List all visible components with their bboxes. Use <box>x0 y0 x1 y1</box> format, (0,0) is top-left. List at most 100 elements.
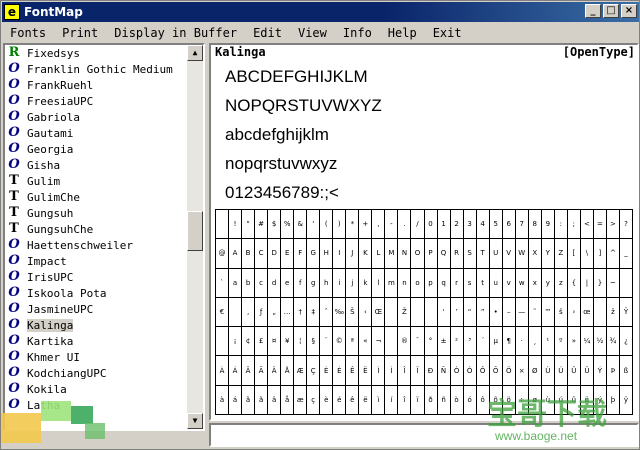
char-cell[interactable]: f <box>293 267 308 298</box>
char-cell[interactable]: Ñ <box>436 355 451 386</box>
character-map-grid[interactable]: ! " # $% & '() * +, -./0 1 2 3 4 5 6 7 8 9:; < = >? @ A B C D E F G H… <box>214 208 634 416</box>
char-cell[interactable]: 9 <box>540 208 555 240</box>
char-cell[interactable]: $ <box>267 208 282 240</box>
char-cell[interactable]: Ü <box>579 355 594 386</box>
char-cell[interactable]: b <box>241 267 256 298</box>
font-list-item[interactable]: T Gungsuh <box>7 205 187 221</box>
char-cell[interactable]: _ <box>618 238 634 269</box>
char-cell[interactable]: Ù <box>540 355 555 386</box>
font-list-item[interactable]: OLatha <box>7 397 187 413</box>
char-cell[interactable]: L <box>371 238 386 269</box>
font-list[interactable]: R Fixedsys O Franklin Gothic Medium O FrankRu… <box>3 43 205 431</box>
char-cell[interactable]: ÿ <box>618 384 634 416</box>
char-cell[interactable]: s <box>462 267 477 298</box>
char-cell[interactable]: ± <box>436 326 451 357</box>
font-list-item[interactable]: O Kokila <box>7 381 187 397</box>
char-cell[interactable]: à <box>214 384 230 416</box>
char-cell[interactable]: d <box>267 267 282 298</box>
char-cell[interactable]: E <box>280 238 295 269</box>
maximize-button[interactable]: □ <box>603 4 619 18</box>
char-cell[interactable]: Ë <box>358 355 373 386</box>
char-cell[interactable]: e <box>280 267 295 298</box>
char-cell[interactable]: ƒ <box>254 296 269 328</box>
char-cell[interactable]: › <box>566 296 581 328</box>
char-cell[interactable] <box>214 326 230 357</box>
font-list-item[interactable]: O Georgia <box>7 141 187 157</box>
char-cell[interactable]: ª <box>345 326 360 357</box>
char-cell[interactable]: Ì <box>371 355 386 386</box>
char-cell[interactable]: ` <box>214 267 230 298</box>
char-cell[interactable]: 1 <box>436 208 451 240</box>
char-cell[interactable]: x <box>527 267 542 298</box>
char-cell[interactable]: × <box>514 355 529 386</box>
font-list-item[interactable]: O Kalinga <box>7 317 187 333</box>
font-list-item[interactable]: O Khmer UI <box>7 349 187 365</box>
char-cell[interactable]: þ <box>605 384 620 416</box>
font-list-item[interactable]: T Gulim <box>7 173 187 189</box>
char-cell[interactable]: • <box>488 296 503 328</box>
char-cell[interactable]: ê <box>345 384 360 416</box>
char-cell[interactable]: œ <box>579 296 594 328</box>
menu-view[interactable]: View <box>290 26 335 40</box>
char-cell[interactable]: § <box>306 326 321 357</box>
char-cell[interactable]: º <box>553 326 568 357</box>
char-cell[interactable]: © <box>332 326 347 357</box>
char-cell[interactable]: 2 <box>449 208 464 240</box>
char-cell[interactable]: > <box>605 208 620 240</box>
char-cell[interactable]: î <box>397 384 412 416</box>
char-cell[interactable]: i <box>332 267 347 298</box>
char-cell[interactable]: t <box>475 267 490 298</box>
char-cell[interactable]: Y <box>540 238 555 269</box>
char-cell[interactable]: » <box>566 326 581 357</box>
char-cell[interactable]: , <box>371 208 386 240</box>
char-cell[interactable]: “ <box>462 296 477 328</box>
font-list-item[interactable]: O IrisUPC <box>7 269 187 285</box>
char-cell[interactable]: j <box>345 267 360 298</box>
char-cell[interactable]: u <box>488 267 503 298</box>
char-cell[interactable]: ç <box>306 384 321 416</box>
font-list-item[interactable]: O Iskoola Pota <box>7 285 187 301</box>
char-cell[interactable]: Ó <box>462 355 477 386</box>
char-cell[interactable]: ° <box>423 326 438 357</box>
font-list-item[interactable]: O Franklin Gothic Medium <box>7 61 187 77</box>
app-icon[interactable]: e <box>4 4 20 20</box>
char-cell[interactable]: 5 <box>488 208 503 240</box>
char-cell[interactable]: Ô <box>475 355 490 386</box>
char-cell[interactable]: W <box>514 238 529 269</box>
char-cell[interactable]: ' <box>306 208 321 240</box>
char-cell[interactable]: ã <box>254 384 269 416</box>
char-cell[interactable]: 8 <box>527 208 542 240</box>
char-cell[interactable]: ¶ <box>501 326 516 357</box>
char-cell[interactable]: } <box>592 267 607 298</box>
char-cell[interactable]: ¢ <box>241 326 256 357</box>
menu-exit[interactable]: Exit <box>425 26 470 40</box>
font-list-item[interactable]: O Gabriola <box>7 109 187 125</box>
char-cell[interactable]: Ò <box>449 355 464 386</box>
char-cell[interactable]: Ê <box>345 355 360 386</box>
char-cell[interactable]: è <box>319 384 334 416</box>
char-cell[interactable]: P <box>423 238 438 269</box>
char-cell[interactable]: Š <box>345 296 360 328</box>
char-cell[interactable]: ž <box>605 296 620 328</box>
scroll-down-icon[interactable]: ▼ <box>187 413 203 429</box>
char-cell[interactable] <box>592 296 607 328</box>
char-cell[interactable]: Û <box>566 355 581 386</box>
char-cell[interactable]: À <box>214 355 230 386</box>
char-cell[interactable]: ® <box>397 326 412 357</box>
char-cell[interactable]: S <box>462 238 477 269</box>
char-cell[interactable]: o <box>410 267 425 298</box>
menu-display-in-buffer[interactable]: Display in Buffer <box>106 26 245 40</box>
char-cell[interactable]: ‹ <box>358 296 373 328</box>
char-cell[interactable]: ³ <box>462 326 477 357</box>
char-cell[interactable] <box>410 296 425 328</box>
char-cell[interactable]: k <box>358 267 373 298</box>
char-cell[interactable]: ð <box>423 384 438 416</box>
char-cell[interactable]: ² <box>449 326 464 357</box>
char-cell[interactable]: 3 <box>462 208 477 240</box>
char-cell[interactable]: Ã <box>254 355 269 386</box>
char-cell[interactable]: ( <box>319 208 334 240</box>
char-cell[interactable]: Ö <box>501 355 516 386</box>
char-cell[interactable] <box>228 296 243 328</box>
char-cell[interactable]: Æ <box>293 355 308 386</box>
char-cell[interactable]: ñ <box>436 384 451 416</box>
